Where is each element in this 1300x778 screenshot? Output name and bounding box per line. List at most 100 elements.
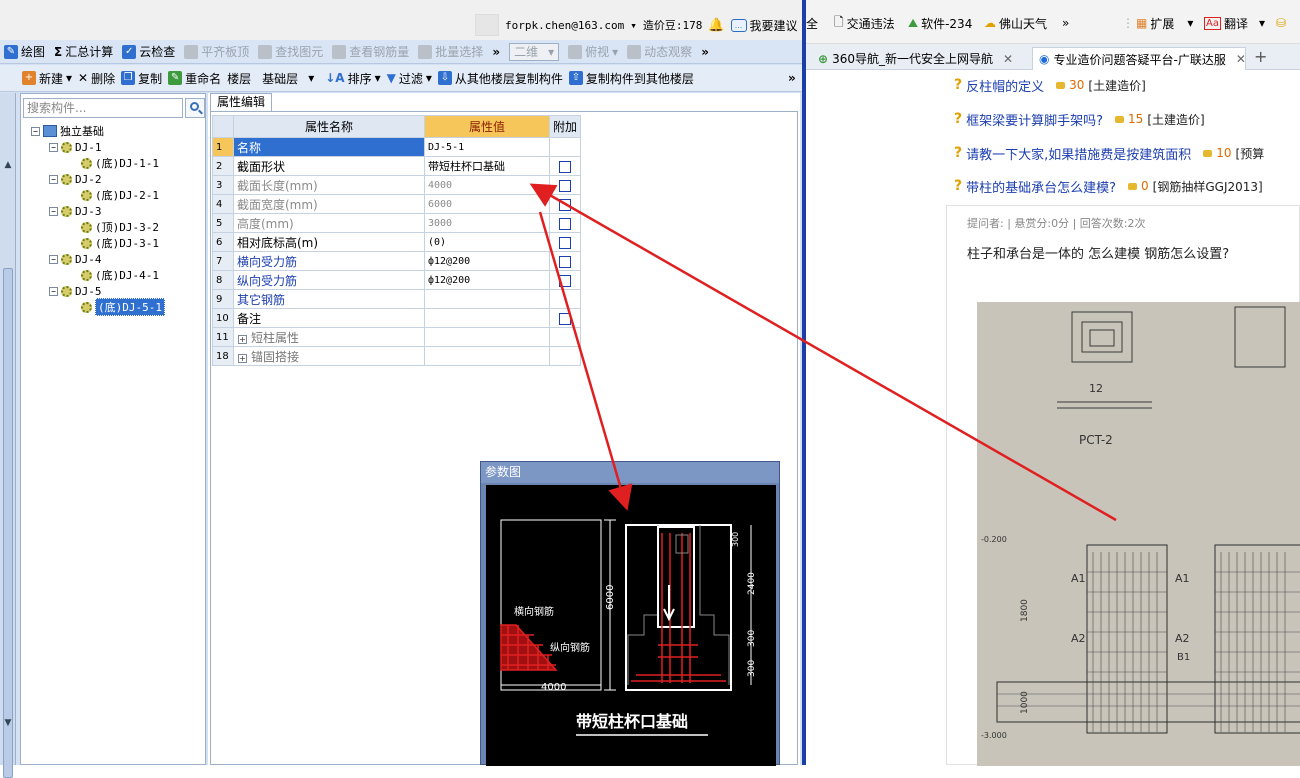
question-item[interactable]: ? 框架梁要计算脚手架吗? 15 [土建造价] <box>954 109 1205 129</box>
param-figure-window[interactable]: 参数图 6000 4000 横向钢筋 纵向钢筋 2400 300 300 300… <box>480 461 780 766</box>
draw-button[interactable]: ✎ 绘图 <box>4 43 45 60</box>
bell-icon[interactable]: 🔔 <box>708 18 724 33</box>
tree-group[interactable]: − DJ-3 <box>49 204 102 218</box>
app-icon[interactable]: ⛁ <box>1276 14 1286 32</box>
tree-item[interactable]: (底)DJ-1-1 <box>81 156 159 170</box>
tree-group[interactable]: − DJ-4 <box>49 252 102 266</box>
table-row-group[interactable]: 11 + 短柱属性 <box>212 327 582 347</box>
question-tag[interactable]: [预算 <box>1236 145 1265 162</box>
tree-group[interactable]: − DJ-5 <box>49 284 102 298</box>
collapse-icon[interactable]: − <box>49 206 58 216</box>
prop-extra-checkbox[interactable] <box>548 308 582 328</box>
column-header-name[interactable]: 属性名称 <box>233 115 425 138</box>
collapse-icon[interactable]: − <box>49 174 58 184</box>
question-item[interactable]: ? 带柱的基础承台怎么建模? 0 [钢筋抽样GGJ2013] <box>954 176 1263 196</box>
extensions-button[interactable]: ▦ 扩展 ▾ <box>1136 14 1193 32</box>
prop-extra-checkbox[interactable] <box>548 194 582 214</box>
scroll-down-icon[interactable]: ▼ <box>2 717 14 729</box>
prop-value[interactable]: 3000 <box>424 213 550 233</box>
chevron-down-icon[interactable]: ▾ <box>630 19 637 32</box>
scroll-up-icon[interactable]: ▲ <box>2 159 14 171</box>
collapse-icon[interactable]: − <box>49 286 58 296</box>
prop-value[interactable]: 4000 <box>424 175 550 195</box>
checkbox[interactable] <box>559 160 571 173</box>
table-row[interactable]: 5 高度(mm) 3000 <box>212 213 582 233</box>
tree-item[interactable]: (底)DJ-3-1 <box>81 236 159 250</box>
tab-360[interactable]: ⊕ 360导航_新一代安全上网导航 ✕ <box>812 47 1024 70</box>
question-title[interactable]: 带柱的基础承台怎么建模? <box>966 177 1116 196</box>
question-title[interactable]: 反柱帽的定义 <box>966 76 1044 95</box>
toolbar-overflow-chevron-icon[interactable]: » <box>788 71 796 85</box>
prop-extra-checkbox[interactable] <box>548 156 582 176</box>
tree-item[interactable]: (底)DJ-4-1 <box>81 268 159 282</box>
prop-value[interactable] <box>424 308 550 328</box>
scrollbar-thumb[interactable] <box>3 268 13 778</box>
search-input[interactable]: 搜索构件... <box>23 98 183 118</box>
prop-value[interactable]: ф12@200 <box>424 251 550 271</box>
prop-extra-checkbox[interactable] <box>548 232 582 252</box>
question-tag[interactable]: [土建造价] <box>1088 77 1145 94</box>
checkbox[interactable] <box>559 274 571 287</box>
checkbox[interactable] <box>559 179 571 192</box>
question-item[interactable]: ? 反柱帽的定义 30 [土建造价] <box>954 75 1146 95</box>
tree-item[interactable]: (底)DJ-2-1 <box>81 188 159 202</box>
suggest-button[interactable]: … 我要建议 <box>730 17 798 34</box>
batch-select-button[interactable]: 批量选择 <box>418 43 483 60</box>
prop-value[interactable]: 6000 <box>424 194 550 214</box>
prop-value[interactable] <box>424 289 550 309</box>
rename-button[interactable]: ✎ 重命名 <box>168 70 221 87</box>
prop-group[interactable]: + 短柱属性 <box>233 327 425 347</box>
table-row-group[interactable]: 18 + 锚固搭接 <box>212 346 582 366</box>
search-button[interactable] <box>185 98 205 118</box>
expand-icon[interactable]: + <box>238 353 247 363</box>
sort-button[interactable]: ↓A 排序 ▾ <box>325 70 380 87</box>
translate-button[interactable]: Aa 翻译 ▾ <box>1204 14 1265 32</box>
toolbar-overflow-chevron-icon[interactable]: » <box>492 45 500 59</box>
cloud-check-button[interactable]: ✓ 云检查 <box>122 43 175 60</box>
tree-item[interactable]: (顶)DJ-3-2 <box>81 220 159 234</box>
bookmark-item[interactable]: ☁ 佛山天气 <box>984 14 1047 32</box>
filter-button[interactable]: ▼ 过滤 ▾ <box>387 70 432 87</box>
tab-property-edit[interactable]: 属性编辑 <box>210 93 272 111</box>
checkbox[interactable] <box>559 312 571 325</box>
prop-extra-checkbox[interactable] <box>548 251 582 271</box>
expand-icon[interactable]: + <box>238 334 247 344</box>
table-row[interactable]: 6 相对底标高(m) (0) <box>212 232 582 252</box>
collapse-icon[interactable]: − <box>49 254 58 264</box>
copy-button[interactable]: ❐ 复制 <box>121 70 162 87</box>
dynamic-view-button[interactable]: 动态观察 <box>627 43 692 60</box>
table-row[interactable]: 9 其它钢筋 <box>212 289 582 309</box>
toolbar-overflow-chevron-icon[interactable]: » <box>701 45 709 59</box>
copy-from-floor-button[interactable]: ⇩ 从其他楼层复制构件 <box>437 70 563 87</box>
checkbox[interactable] <box>559 255 571 268</box>
view-rebar-button[interactable]: 查看钢筋量 <box>332 43 409 60</box>
view-mode-select[interactable]: 二维 ▾ <box>509 42 560 61</box>
avatar[interactable] <box>475 14 499 36</box>
question-tag[interactable]: [土建造价] <box>1147 111 1204 128</box>
tree-group[interactable]: − DJ-2 <box>49 172 102 186</box>
close-icon[interactable]: ✕ <box>1003 52 1013 66</box>
view-angle-button[interactable]: 俯视 ▾ <box>568 43 618 60</box>
account-email[interactable]: forpk.chen@163.com <box>505 19 624 32</box>
copy-to-floor-button[interactable]: ⇧ 复制构件到其他楼层 <box>568 70 694 87</box>
question-item[interactable]: ? 请教一下大家,如果措施费是按建筑面积 10 [预算 <box>954 143 1264 163</box>
floor-select[interactable]: 基础层 ▾ <box>257 69 319 87</box>
prop-value[interactable]: 带短柱杯口基础 <box>424 156 550 176</box>
prop-value[interactable]: ф12@200 <box>424 270 550 290</box>
param-window-title[interactable]: 参数图 <box>481 462 779 483</box>
collapse-icon[interactable]: − <box>31 126 40 136</box>
close-icon[interactable]: ✕ <box>1236 52 1245 66</box>
drawing-photo[interactable]: 12 PCT-2 -0.200 -3.000 1800 1000 A1 A2 A… <box>977 302 1300 766</box>
question-title[interactable]: 框架梁要计算脚手架吗? <box>966 110 1103 129</box>
question-tag[interactable]: [钢筋抽样GGJ2013] <box>1153 178 1263 195</box>
bookmark-item[interactable]: 🗋 交通违法 <box>834 14 895 32</box>
table-row[interactable]: 2 截面形状 带短柱杯口基础 <box>212 156 582 176</box>
tree-item-selected[interactable]: (底)DJ-5-1 <box>81 298 165 316</box>
bookmark-item[interactable]: ⛰ 软件-234 <box>908 14 972 32</box>
prop-extra-checkbox[interactable] <box>548 213 582 233</box>
table-row[interactable]: 8 纵向受力筋 ф12@200 <box>212 270 582 290</box>
table-row[interactable]: 4 截面宽度(mm) 6000 <box>212 194 582 214</box>
bookmark-overflow-chevron-icon[interactable]: » <box>1062 14 1069 32</box>
find-element-button[interactable]: 查找图元 <box>258 43 323 60</box>
tree-root[interactable]: − 独立基础 <box>31 124 104 138</box>
